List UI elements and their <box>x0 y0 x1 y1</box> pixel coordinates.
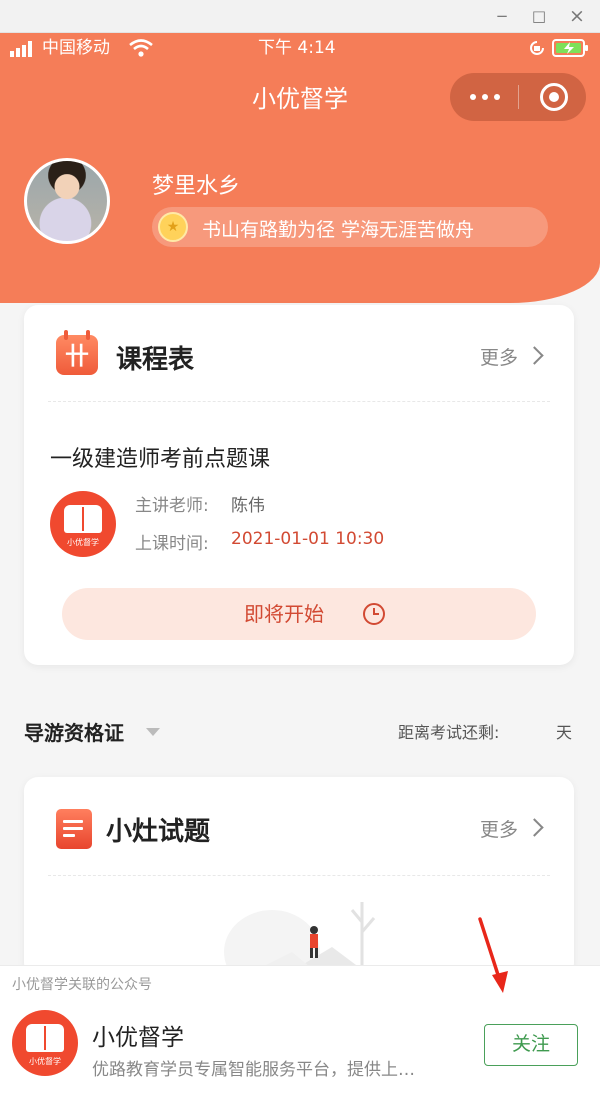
avatar[interactable] <box>24 158 110 244</box>
notepad-icon <box>56 809 92 849</box>
clock-icon <box>363 603 385 625</box>
account-logo: 小优督学 <box>12 1010 78 1076</box>
schedule-more-link[interactable]: 更多 <box>480 343 518 370</box>
orientation-lock-icon <box>530 41 544 55</box>
countdown-unit: 天 <box>556 723 573 742</box>
star-medal-icon: ★ <box>158 212 188 242</box>
divider <box>48 401 550 402</box>
more-options-icon[interactable] <box>470 94 500 100</box>
panel-label: 小优督学关联的公众号 <box>12 977 152 993</box>
dropdown-arrow-icon[interactable] <box>146 728 160 736</box>
close-button[interactable]: × <box>566 5 588 27</box>
course-logo: 小优督学 <box>50 491 116 557</box>
annotation-arrow-icon <box>478 917 508 993</box>
chevron-right-icon[interactable] <box>525 346 544 365</box>
wifi-icon <box>129 39 153 57</box>
teacher-name: 陈伟 <box>231 496 265 516</box>
book-icon <box>26 1024 64 1052</box>
teacher-label: 主讲老师: <box>135 496 209 516</box>
divider <box>48 875 550 876</box>
calendar-icon: 卄 <box>56 330 98 375</box>
mini-program-capsule <box>450 73 586 121</box>
exam-selector[interactable]: 导游资格证 <box>24 717 124 746</box>
book-icon <box>64 505 102 533</box>
schedule-title: 课程表 <box>116 345 195 375</box>
logo-caption: 小优督学 <box>29 1057 61 1066</box>
user-name: 梦里水乡 <box>152 174 241 199</box>
motto-badge: ★ 书山有路勤为径 学海无涯苦做舟 <box>152 207 548 247</box>
account-name[interactable]: 小优督学 <box>92 1018 184 1052</box>
minimize-button[interactable]: − <box>491 5 513 27</box>
countdown-label: 距离考试还剩: <box>398 723 500 742</box>
battery-icon <box>552 39 588 57</box>
course-name[interactable]: 一级建造师考前点题课 <box>50 441 270 473</box>
class-time: 2021-01-01 10:30 <box>231 529 385 549</box>
motto-text: 书山有路勤为径 学海无涯苦做舟 <box>202 219 475 241</box>
quiz-title: 小灶试题 <box>106 817 211 847</box>
maximize-button[interactable]: □ <box>528 5 550 27</box>
time-label: 上课时间: <box>135 534 209 554</box>
close-mini-program-icon[interactable] <box>540 83 568 111</box>
window-title-bar: − □ × <box>0 0 600 33</box>
logo-caption: 小优督学 <box>67 538 99 547</box>
account-description: 优路教育学员专属智能服务平台，提供上… <box>92 1060 415 1080</box>
quiz-more-link[interactable]: 更多 <box>480 815 518 842</box>
capsule-divider <box>518 85 519 109</box>
status-time: 下午 4:14 <box>258 38 336 58</box>
follow-button[interactable]: 关注 <box>484 1024 578 1066</box>
chevron-right-icon[interactable] <box>525 818 544 837</box>
carrier-name: 中国移动 <box>42 38 110 58</box>
start-soon-label: 即将开始 <box>244 602 324 626</box>
start-soon-button[interactable]: 即将开始 <box>62 588 536 640</box>
schedule-card: 卄 课程表 更多 一级建造师考前点题课 小优督学 主讲老师: 陈伟 上课时间: … <box>24 305 574 665</box>
signal-icon <box>10 41 38 57</box>
